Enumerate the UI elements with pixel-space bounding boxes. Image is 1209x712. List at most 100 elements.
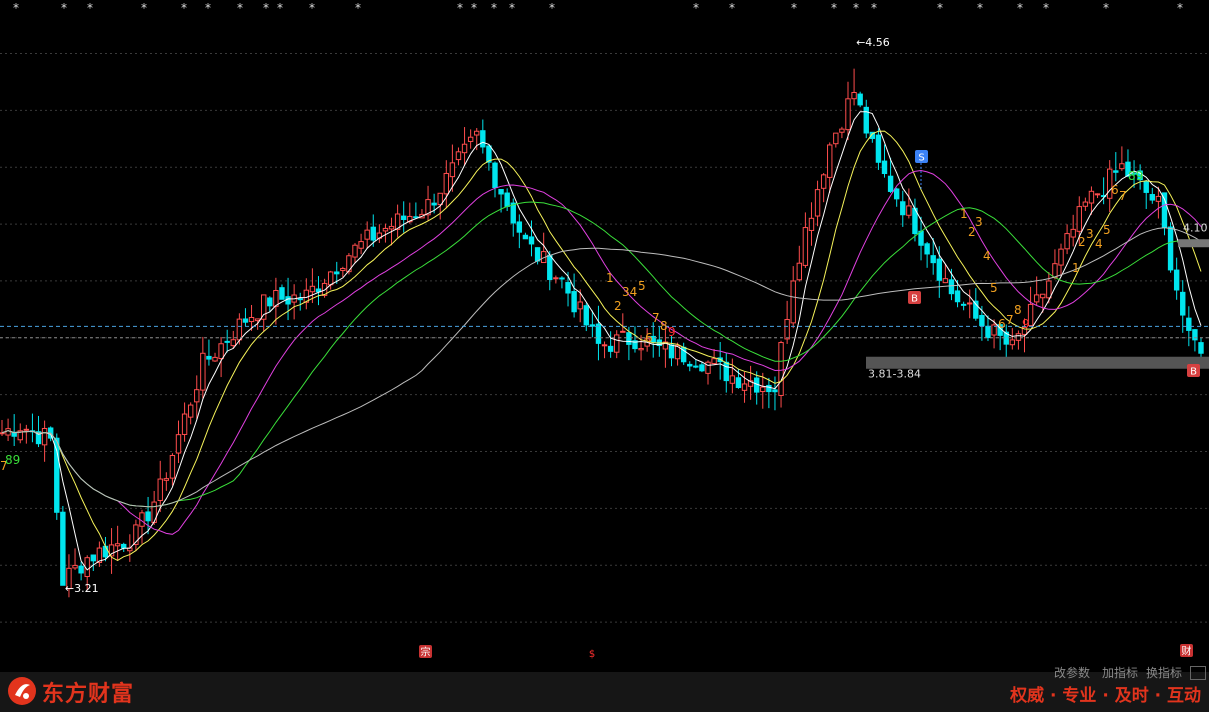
- candle-body: [790, 280, 796, 324]
- candle-body: [212, 356, 218, 362]
- candle-body: [942, 278, 949, 284]
- seq-label-3: 7: [1006, 313, 1014, 327]
- candle-body: [1033, 294, 1040, 303]
- seq-label-4: 5: [1103, 223, 1111, 237]
- candles: [0, 68, 1204, 598]
- collapse-icon[interactable]: [1190, 666, 1206, 680]
- candle-body: [601, 344, 608, 347]
- candle-body: [285, 296, 291, 305]
- candle-body: [194, 389, 200, 403]
- candle-body: [145, 511, 151, 522]
- candle-body: [498, 188, 504, 195]
- candle-body: [547, 254, 553, 281]
- tab-switch-indicator[interactable]: 换指标: [1146, 664, 1182, 681]
- candle-body: [121, 543, 127, 549]
- candle-body: [559, 277, 565, 280]
- candle-body: [954, 290, 961, 303]
- seq-label-2: 9: [668, 325, 676, 339]
- candle-body: [1198, 342, 1204, 354]
- top-marker: *: [693, 1, 699, 15]
- candle-body: [863, 106, 869, 134]
- candle-body: [936, 258, 942, 281]
- candle-body: [851, 92, 857, 100]
- candle-body: [388, 225, 395, 230]
- candle-body: [60, 511, 66, 586]
- seq-label-3: 3: [975, 215, 983, 229]
- candle-body: [1070, 228, 1076, 238]
- candle-body: [900, 201, 906, 216]
- top-marker: *: [205, 1, 211, 15]
- candle-body: [41, 427, 48, 446]
- candle-body: [5, 428, 11, 436]
- candle-body: [729, 375, 736, 384]
- candle-body: [1192, 329, 1198, 341]
- candle-body: [352, 244, 358, 258]
- tab-change-params[interactable]: 改参数: [1054, 664, 1090, 681]
- candle-body: [248, 317, 255, 323]
- seq-label-4: 89: [1128, 169, 1143, 183]
- candle-body: [766, 384, 772, 393]
- seq-label-4: 2: [1078, 235, 1086, 249]
- top-marker: *: [457, 1, 463, 15]
- candle-body: [638, 347, 644, 351]
- eastmoney-logo-icon: [8, 677, 36, 705]
- candle-body: [200, 352, 206, 391]
- candle-body: [1119, 163, 1125, 170]
- candle-body: [1015, 333, 1022, 341]
- top-marker: *: [181, 1, 187, 15]
- candle-body: [693, 365, 699, 368]
- candle-body: [1046, 280, 1052, 299]
- candle-body: [1088, 190, 1095, 204]
- candle-body: [802, 227, 809, 266]
- bottom-tag-2: $: [589, 649, 595, 660]
- candle-body: [571, 291, 577, 313]
- candle-body: [1094, 193, 1101, 196]
- seq-label-3: 5: [990, 281, 998, 295]
- candle-body: [486, 145, 492, 163]
- candle-body: [967, 302, 973, 305]
- candle-body: [906, 205, 912, 216]
- top-marker: *: [277, 1, 283, 15]
- top-marker: *: [1103, 1, 1109, 15]
- candle-body: [1167, 226, 1174, 271]
- candle-body: [492, 162, 498, 189]
- candle-body: [668, 344, 675, 359]
- candle-body: [723, 361, 729, 382]
- candle-body: [534, 247, 541, 262]
- tab-add-indicator[interactable]: 加指标: [1102, 664, 1138, 681]
- candle-body: [735, 377, 742, 389]
- candle-body: [206, 355, 212, 360]
- top-marker: *: [1017, 1, 1023, 15]
- candle-body: [242, 318, 249, 323]
- candle-body: [78, 565, 84, 574]
- max-price-label: ←4.56: [856, 36, 890, 49]
- candle-body: [881, 160, 888, 175]
- candle-body: [340, 267, 346, 271]
- candle-body: [918, 230, 924, 246]
- seq-label-2: 8: [660, 319, 668, 333]
- top-marker: *: [937, 1, 943, 15]
- seq-label-2: 7: [652, 311, 660, 325]
- seq-label-2: 5: [638, 279, 646, 293]
- candle-body: [1180, 291, 1186, 316]
- top-marker: *: [87, 1, 93, 15]
- range-band-label: 3.81-3.84: [868, 368, 921, 381]
- candle-body: [979, 314, 985, 327]
- candle-body: [187, 404, 194, 418]
- candle-body: [1173, 269, 1180, 291]
- seq-label-4: 6: [1111, 183, 1119, 197]
- candle-body: [1186, 317, 1192, 331]
- seq-label-3: 4: [983, 249, 991, 263]
- candle-body: [431, 202, 437, 206]
- candle-body: [1155, 195, 1162, 202]
- candle-body: [449, 162, 456, 178]
- candle-body: [620, 330, 626, 333]
- candle-body: [236, 318, 243, 341]
- seq-label-3: 1: [960, 207, 968, 221]
- top-marker: *: [471, 1, 477, 15]
- candle-body: [334, 271, 340, 275]
- candle-body: [23, 428, 30, 431]
- seq-label-3: 6: [998, 317, 1006, 331]
- candlestick-chart[interactable]: 3.81-3.84 4.10 ←4.56 ←3.21 S B B 宗 $ 财 * * * * * * * * * * *…: [0, 0, 1209, 672]
- candle-body: [948, 279, 955, 295]
